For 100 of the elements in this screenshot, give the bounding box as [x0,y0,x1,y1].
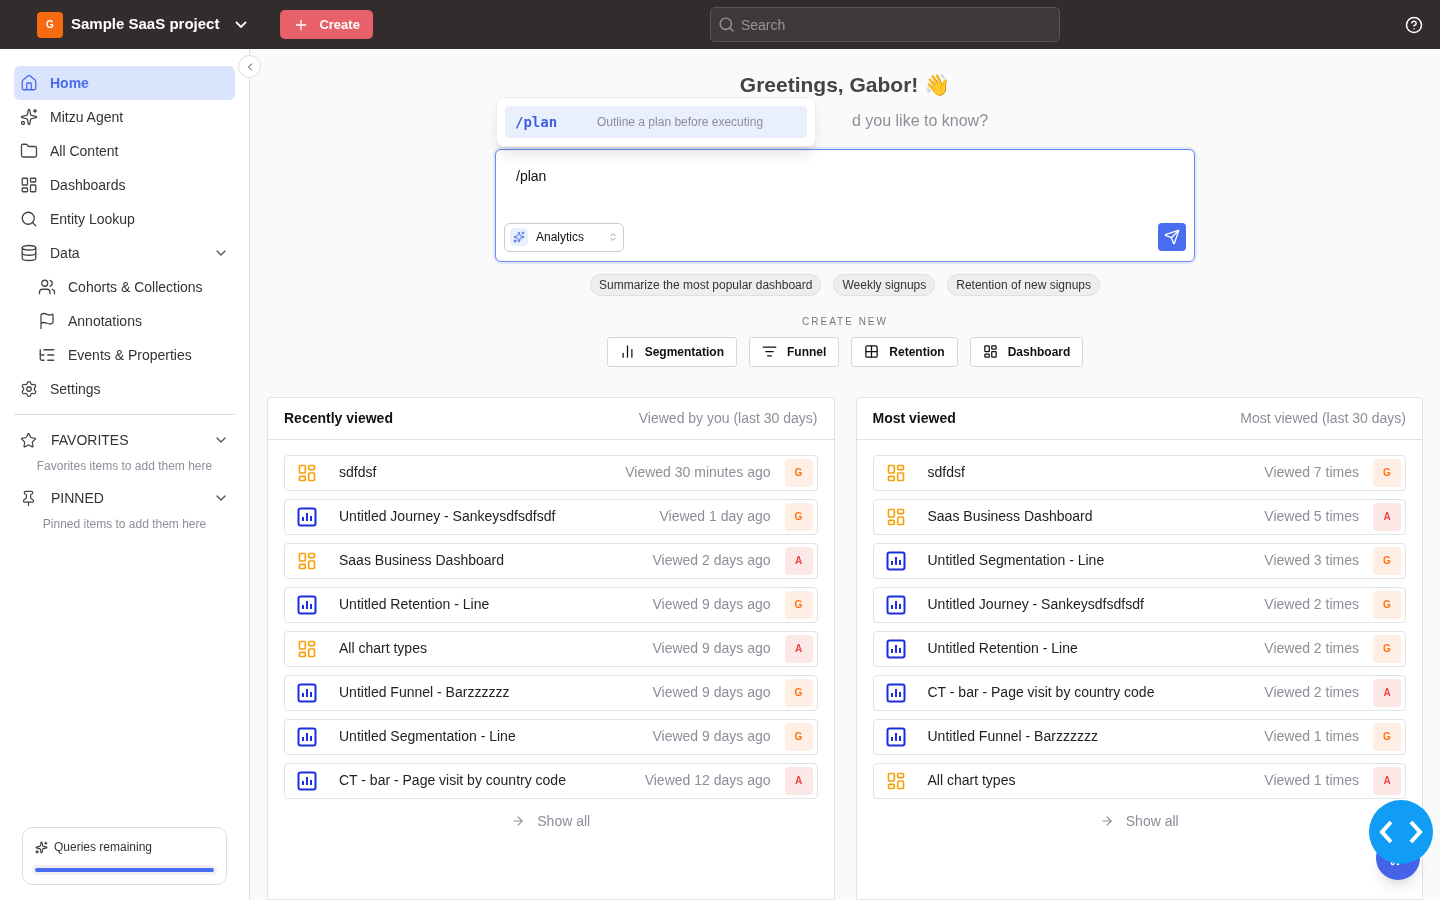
user-avatar: A [784,546,813,575]
content-row[interactable]: All chart types Viewed 1 times A [872,762,1406,799]
content-row[interactable]: Untitled Retention - Line Viewed 9 days ago G [284,586,818,623]
item-name: sdfdsf [339,463,378,482]
user-avatar: G [784,502,813,531]
panel-title: Most viewed [872,408,956,428]
item-name: sdfdsf [927,463,966,482]
greeting: Greetings, Gabor! 👋 [739,72,951,98]
item-meta: Viewed 7 times [1264,463,1359,482]
help-icon[interactable] [1405,15,1423,34]
content-row[interactable]: Saas Business Dashboard Viewed 2 days ago A [284,542,818,579]
user-avatar: G [784,458,813,487]
content-row[interactable]: Untitled Journey - Sankeysdfsdfsdf Viewed 1 day ago G [284,498,818,535]
send-button[interactable] [1158,223,1186,251]
sidebar-item[interactable]: Dashboards [14,168,235,202]
item-name: Saas Business Dashboard [339,551,505,570]
content-row[interactable]: Saas Business Dashboard Viewed 5 times A [872,498,1406,535]
section-header[interactable]: PINNED [14,481,235,515]
content-row[interactable]: Untitled Funnel - Barzzzzzz Viewed 1 times G [872,718,1406,755]
content-row[interactable]: All chart types Viewed 9 days ago A [284,630,818,667]
search-field[interactable]: Search [709,7,1060,42]
sidebar-item[interactable]: Data [14,236,235,270]
item-meta: Viewed 9 days ago [652,639,771,658]
content-row[interactable]: Untitled Segmentation - Line Viewed 3 times G [872,542,1406,579]
suggestion-chip[interactable]: Retention of new signups [947,273,1100,296]
panel-subtitle: Most viewed (last 30 days) [1240,408,1406,428]
create-option-button[interactable]: Retention [851,336,958,367]
prompt-text: /plan [516,166,548,186]
command-option[interactable]: /plan Outline a plan before executing [505,106,807,138]
suggestion-chip[interactable]: Summarize the most popular dashboard [589,273,822,296]
bar-chart-icon [885,682,906,703]
item-name: All chart types [927,771,1017,790]
bar-chart-icon [885,638,906,659]
suggestion-chip[interactable]: Weekly signups [833,273,936,296]
users-icon [38,278,56,296]
bar-chart-icon [297,506,317,527]
sidebar-item[interactable]: Settings [14,372,235,406]
funnel-icon [762,344,777,359]
bar-chart-icon [297,682,317,703]
user-avatar: G [1373,590,1401,619]
content-row[interactable]: CT - bar - Page visit by country code Viewed 2 times A [872,674,1406,711]
user-avatar: G [1373,546,1401,575]
user-avatar: G [1373,458,1401,487]
sidebar-item[interactable]: Annotations [14,304,235,338]
item-meta: Viewed 2 times [1264,595,1359,614]
project-selector[interactable]: Sample SaaS project [71,13,248,36]
content-row[interactable]: Untitled Segmentation - Line Viewed 9 days ago G [284,718,818,755]
item-meta: Viewed 1 day ago [659,507,771,526]
content-row[interactable]: Untitled Retention - Line Viewed 2 times G [872,630,1406,667]
create-option-button[interactable]: Funnel [749,336,840,367]
sidebar-item[interactable]: Mitzu Agent [14,100,235,134]
item-meta: Viewed 2 days ago [652,551,771,570]
mode-selector[interactable]: Analytics [504,222,624,252]
item-name: Untitled Funnel - Barzzzzzz [927,727,1099,746]
item-meta: Viewed 9 days ago [652,727,771,746]
dashboard-icon [885,462,906,483]
dashboard-icon [885,770,906,791]
bar-chart-icon [885,550,906,571]
create-option-button[interactable]: Segmentation [606,336,737,367]
dashboard-icon [297,550,317,571]
bar-chart-icon [297,770,317,791]
content-row[interactable]: sdfdsf Viewed 7 times G [872,454,1406,491]
user-avatar: G [784,722,813,751]
content-row[interactable]: CT - bar - Page visit by country code Viewed 12 days ago A [284,762,818,799]
section-header[interactable]: FAVORITES [14,423,235,457]
item-meta: Viewed 5 times [1264,507,1359,526]
dashboard-icon [885,506,906,527]
queries-label: Queries remaining [54,839,153,856]
section-hint: Pinned items to add them here [41,516,208,533]
user-avatar: G [784,678,813,707]
panel-title: Recently viewed [284,408,393,428]
item-meta: Viewed 3 times [1264,551,1359,570]
user-avatar: A [1373,502,1401,531]
item-name: Untitled Retention - Line [339,595,491,614]
panel-subtitle: Viewed by you (last 30 days) [638,408,818,428]
prompt-box[interactable]: /plan Analytics [495,148,1195,262]
search-icon [20,210,38,228]
sidebar-item[interactable]: Events & Properties [14,338,235,372]
content-row[interactable]: sdfdsf Viewed 30 minutes ago G [284,454,818,491]
flag-icon [38,312,56,330]
code-icon [1379,820,1423,844]
item-meta: Viewed 1 times [1264,727,1359,746]
content-row[interactable]: Untitled Funnel - Barzzzzzz Viewed 9 days ago G [284,674,818,711]
sidebar-item[interactable]: Entity Lookup [14,202,235,236]
sidebar-item[interactable]: All Content [14,134,235,168]
dashboard-icon [297,638,317,659]
create-option-button[interactable]: Dashboard [969,336,1084,367]
send-icon [1164,229,1180,245]
user-avatar: G [1373,634,1401,663]
item-name: Untitled Segmentation - Line [339,727,517,746]
content-row[interactable]: Untitled Journey - Sankeysdfsdfsdf Viewed 2 times G [872,586,1406,623]
chevron-icon [235,21,248,28]
search-icon [717,16,735,33]
pin-icon [20,489,37,507]
home-icon [20,74,38,92]
sidebar-item[interactable]: Home [14,66,235,100]
sidebar-item[interactable]: Cohorts & Collections [14,270,235,304]
dashboard-icon [20,176,38,194]
item-meta: Viewed 9 days ago [652,683,771,702]
user-avatar: A [1373,678,1401,707]
